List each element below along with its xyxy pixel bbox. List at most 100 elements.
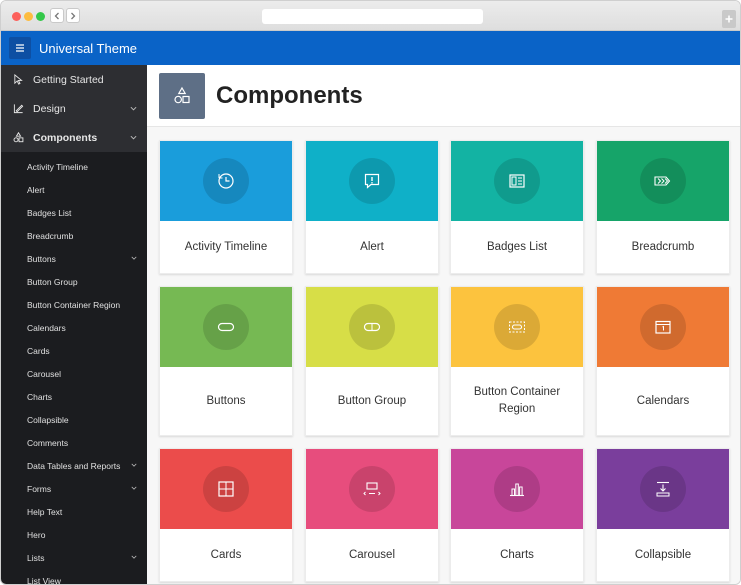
chevron-down-icon[interactable] <box>130 105 137 112</box>
sidebar-subitem-carousel[interactable]: Carousel <box>1 362 147 385</box>
card-color-band <box>160 287 292 367</box>
hamburger-icon <box>16 44 24 52</box>
button-group-icon <box>349 304 395 350</box>
card-color-band <box>160 141 292 221</box>
sidebar-subitem-data-tables-and-reports[interactable]: Data Tables and Reports <box>1 454 147 477</box>
badges-icon <box>494 158 540 204</box>
component-card[interactable]: Charts <box>450 448 584 582</box>
forward-button[interactable] <box>66 8 80 23</box>
sidebar-subitem-buttons[interactable]: Buttons <box>1 247 147 270</box>
component-card[interactable]: Breadcrumb <box>596 140 730 274</box>
sidebar-subitem-label: Comments <box>27 437 69 448</box>
component-card[interactable]: Badges List <box>450 140 584 274</box>
sidebar-subitem-label: Buttons <box>27 253 56 264</box>
component-card[interactable]: Calendars <box>596 286 730 436</box>
sidebar-item-label: Getting Started <box>33 73 104 86</box>
breadcrumb-icon <box>640 158 686 204</box>
sidebar-item-label: Design <box>33 102 66 115</box>
pointer-icon <box>13 74 25 86</box>
chevron-left-icon <box>54 12 59 19</box>
sidebar-subitem-label: Button Container Region <box>27 299 121 310</box>
sidebar-subitem-badges-list[interactable]: Badges List <box>1 201 147 224</box>
sidebar-subitem-label: Charts <box>27 391 53 402</box>
sidebar-subitem-label: Button Group <box>27 276 78 287</box>
sidebar-subitem-charts[interactable]: Charts <box>1 385 147 408</box>
minimize-window-button[interactable] <box>24 12 33 21</box>
sidebar-subitem-activity-timeline[interactable]: Activity Timeline <box>1 155 147 178</box>
page-title: Components <box>216 81 363 109</box>
sidebar-subitem-help-text[interactable]: Help Text <box>1 500 147 523</box>
close-window-button[interactable] <box>12 12 21 21</box>
card-label: Cards <box>210 548 242 561</box>
clock-icon <box>203 158 249 204</box>
component-card[interactable]: Buttons <box>159 286 293 436</box>
sidebar-subitem-label: Cards <box>27 345 50 356</box>
chevron-down-icon[interactable] <box>131 485 137 491</box>
alert-icon <box>349 158 395 204</box>
sidebar-subitem-breadcrumb[interactable]: Breadcrumb <box>1 224 147 247</box>
sidebar-item-label: Components <box>33 131 98 144</box>
sidebar-subitem-label: Forms <box>27 483 52 494</box>
sidebar-subitem-label: Help Text <box>27 506 63 517</box>
sidebar-subitem-collapsible[interactable]: Collapsible <box>1 408 147 431</box>
sidebar-subitem-label: Calendars <box>27 322 66 333</box>
component-card[interactable]: Alert <box>305 140 439 274</box>
sidebar-subitem-alert[interactable]: Alert <box>1 178 147 201</box>
app-header: Universal Theme <box>1 31 740 65</box>
component-card[interactable]: Activity Timeline <box>159 140 293 274</box>
address-bar[interactable] <box>262 9 483 24</box>
sidebar-subitem-label: Carousel <box>27 368 62 379</box>
chevron-down-icon[interactable] <box>131 255 137 261</box>
sidebar-subitem-hero[interactable]: Hero <box>1 523 147 546</box>
sidebar-subitem-label: Collapsible <box>27 414 69 425</box>
sidebar-subitem-cards[interactable]: Cards <box>1 339 147 362</box>
sidebar-subitem-lists[interactable]: Lists <box>1 546 147 569</box>
sidebar-item-design[interactable]: Design <box>1 94 147 123</box>
component-card[interactable]: Button Container Region <box>450 286 584 436</box>
maximize-window-button[interactable] <box>36 12 45 21</box>
back-button[interactable] <box>50 8 64 23</box>
card-color-band <box>597 141 729 221</box>
card-label: Alert <box>360 240 384 253</box>
sidebar-subitem-button-container-region[interactable]: Button Container Region <box>1 293 147 316</box>
chevron-down-icon[interactable] <box>130 134 137 141</box>
card-label: Charts <box>500 548 534 561</box>
card-label: Breadcrumb <box>631 240 695 253</box>
app-title[interactable]: Universal Theme <box>39 41 137 56</box>
card-label: Button Container Region <box>473 386 561 415</box>
sidebar-subitem-label: Hero <box>27 529 46 540</box>
chevron-down-icon[interactable] <box>131 462 137 468</box>
browser-titlebar <box>1 1 740 31</box>
card-color-band <box>597 287 729 367</box>
card-color-band <box>451 141 583 221</box>
card-label: Carousel <box>348 548 396 561</box>
card-color-band <box>451 287 583 367</box>
sidebar-item-components[interactable]: Components <box>1 123 147 152</box>
browser-window: Universal Theme Getting Started Design C… <box>0 0 741 585</box>
sidebar-subitem-label: Alert <box>27 184 45 195</box>
component-card[interactable]: Collapsible <box>596 448 730 582</box>
page-header: Components <box>147 65 740 127</box>
sidebar-subitem-comments[interactable]: Comments <box>1 431 147 454</box>
sidebar-subitem-button-group[interactable]: Button Group <box>1 270 147 293</box>
sidebar-subitem-label: Activity Timeline <box>27 161 88 172</box>
chevron-down-icon[interactable] <box>131 554 137 560</box>
component-card[interactable]: Cards <box>159 448 293 582</box>
sidebar-subitem-list-view[interactable]: List View <box>1 569 147 585</box>
sidebar-item-getting-started[interactable]: Getting Started <box>1 65 147 94</box>
button-icon <box>203 304 249 350</box>
plus-icon <box>725 15 733 23</box>
sidebar-subitem-label: Badges List <box>27 207 72 218</box>
main-content: Components Activity Timeline Alert Badge… <box>147 65 740 584</box>
sidebar-subitem-calendars[interactable]: Calendars <box>1 316 147 339</box>
card-label: Badges List <box>486 240 548 253</box>
menu-toggle-button[interactable] <box>9 37 31 59</box>
component-card[interactable]: Button Group <box>305 286 439 436</box>
sidebar-subitem-label: Lists <box>27 552 45 563</box>
card-label: Button Group <box>337 394 407 407</box>
new-tab-button[interactable] <box>722 10 736 28</box>
component-card[interactable]: Carousel <box>305 448 439 582</box>
carousel-icon <box>349 466 395 512</box>
card-color-band <box>306 287 438 367</box>
sidebar-subitem-forms[interactable]: Forms <box>1 477 147 500</box>
